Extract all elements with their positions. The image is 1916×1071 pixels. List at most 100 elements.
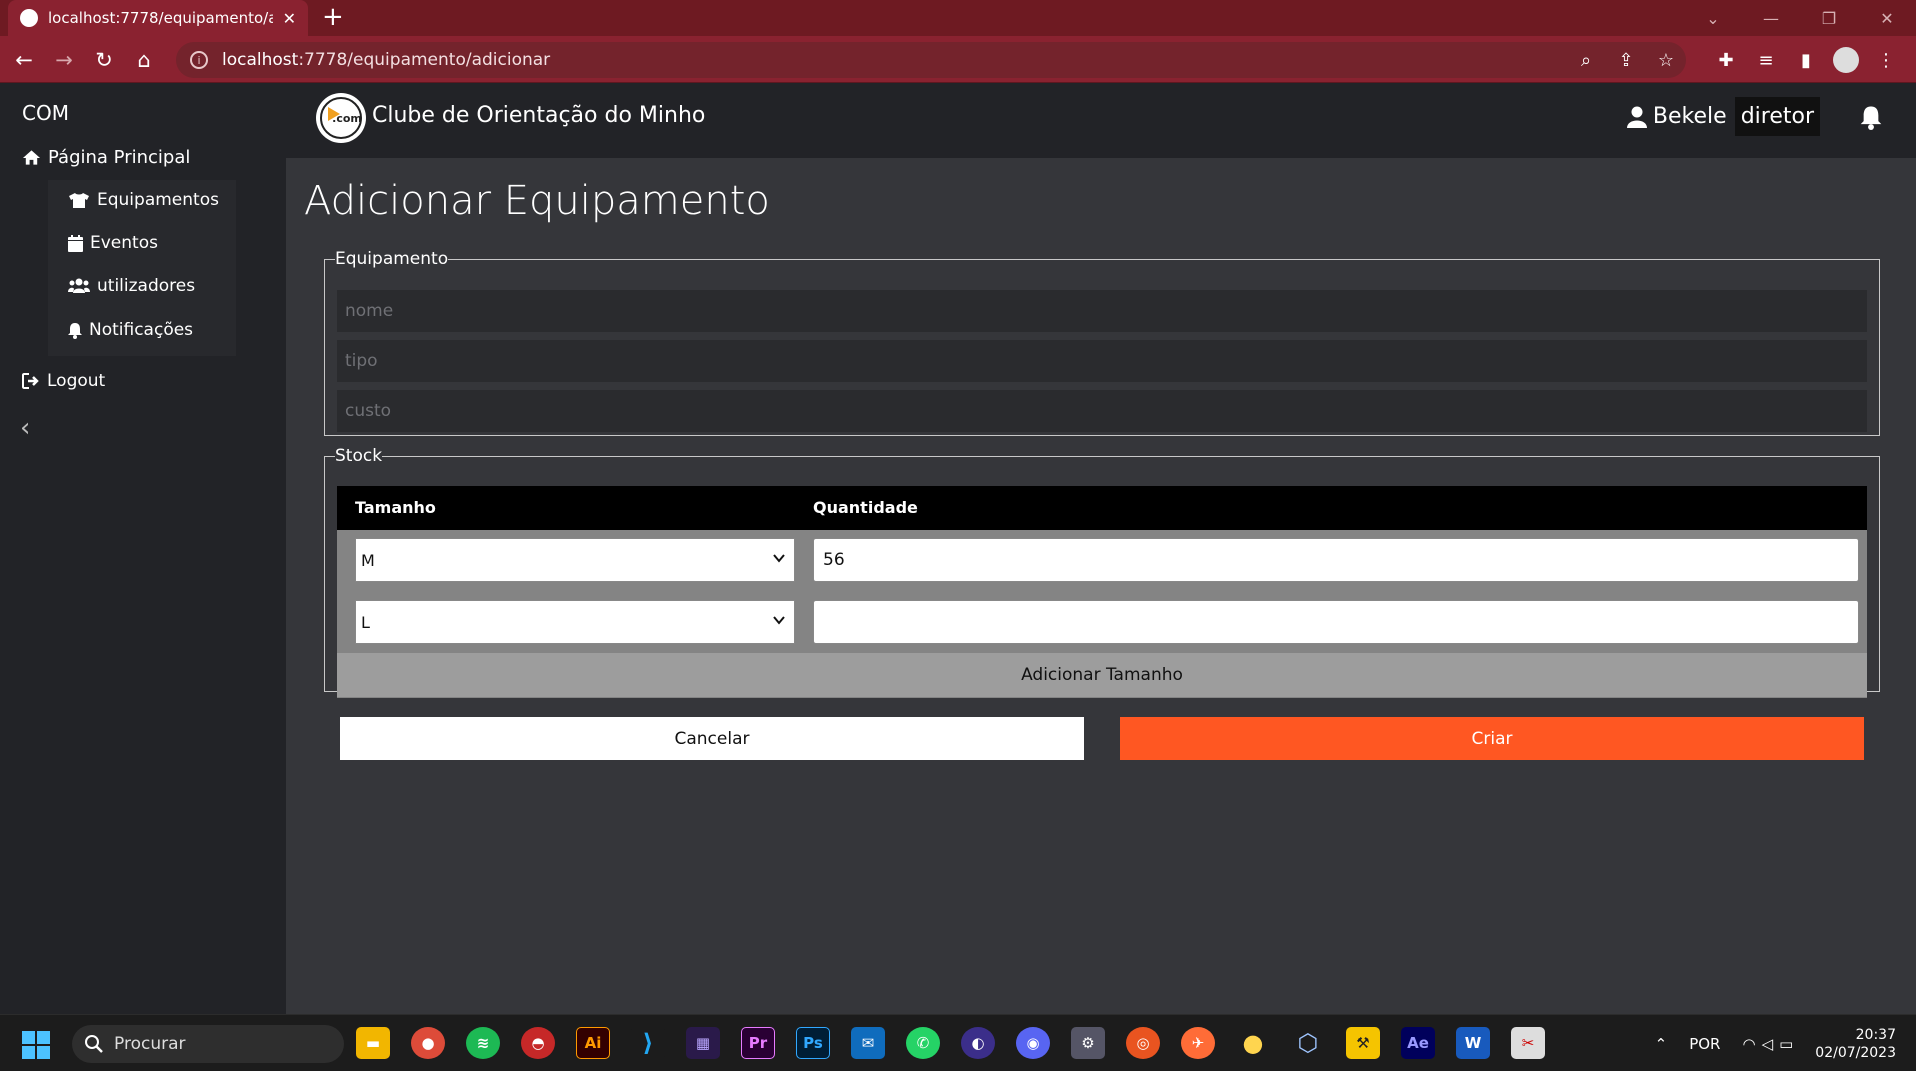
bell-icon [68,322,82,339]
tamanho-select[interactable]: M [355,538,795,582]
sidebar-item-home[interactable]: Página Principal [22,147,190,168]
browser-toolbar: ← → ↻ ⌂ i localhost:7778/equipamento/adi… [0,36,1916,83]
address-bar-actions: ⌕ ⇪ ☆ [1566,42,1686,78]
profile-avatar[interactable] [1833,47,1859,73]
custo-input[interactable] [337,390,1867,432]
column-header-tamanho: Tamanho [355,498,436,517]
bookmark-star-icon[interactable]: ☆ [1646,50,1686,71]
clock-date: 02/07/2023 [1815,1044,1896,1061]
windows-start-icon[interactable] [22,1031,50,1059]
home-icon[interactable]: ⌂ [128,44,160,76]
whatsapp-icon[interactable]: ✆ [906,1027,940,1059]
postman-icon[interactable]: ✈ [1181,1027,1215,1059]
share-icon[interactable]: ⇪ [1606,50,1646,71]
taskbar-apps: ▬ ● ≋ ◓ Ai ⟩ ▦ Pr Ps ✉ ✆ ◐ ◉ ⚙ ◎ ✈ ● ⬡ ⚒… [356,1027,1566,1059]
calendar-icon [68,234,83,252]
app-header: .com Clube de Orientação do Minho Bekele… [286,83,1916,158]
page-title: Adicionar Equipamento [304,178,770,224]
spotify-icon[interactable]: ≋ [466,1027,500,1059]
cancel-button[interactable]: Cancelar [340,717,1084,760]
close-window-button[interactable]: ✕ [1858,0,1916,36]
tipo-input[interactable] [337,340,1867,382]
club-logo[interactable]: .com [316,93,366,143]
browser-tab[interactable]: localhost:7778/equipamento/adi ✕ [8,0,308,36]
extensions-icon[interactable]: ✚ [1706,44,1746,76]
illustrator-icon[interactable]: Ai [576,1027,610,1059]
clock[interactable]: 20:37 02/07/2023 [1815,1026,1896,1062]
stock-fieldset: Stock Tamanho Quantidade M 56 L Adiciona… [324,446,1880,698]
browser-app-icon[interactable]: ◐ [961,1027,995,1059]
snipping-tool-icon[interactable]: ✂ [1511,1027,1545,1059]
address-bar[interactable]: i localhost:7778/equipamento/adicionar ⌕… [176,42,1686,78]
globe-icon [20,9,38,27]
wifi-icon[interactable]: ◠ [1742,1035,1755,1053]
chrome-icon[interactable]: ● [411,1027,445,1059]
url-path: :7778/equipamento/adicionar [298,50,551,70]
tamanho-select[interactable]: L [355,600,795,644]
side-panel-icon[interactable]: ▮ [1786,44,1826,76]
add-size-button[interactable]: Adicionar Tamanho [337,653,1867,697]
equipamento-legend: Equipamento [335,249,449,269]
settings-app-icon[interactable]: ⚙ [1071,1027,1105,1059]
file-explorer-icon[interactable]: ▬ [356,1027,390,1059]
discord-icon[interactable]: ◉ [1016,1027,1050,1059]
vscode-icon[interactable]: ⟩ [631,1027,665,1059]
restore-button[interactable]: ❐ [1800,0,1858,36]
taskbar-search[interactable]: Procurar [72,1025,344,1063]
volume-icon[interactable]: ◁ [1762,1035,1774,1053]
reading-list-icon[interactable]: ≡ [1746,44,1786,76]
sidebar-brand[interactable]: COM [22,101,69,125]
notifications-bell-icon[interactable] [1860,105,1882,134]
language-indicator[interactable]: POR [1689,1035,1720,1053]
sidebar-item-notificacoes[interactable]: Notificações [68,320,193,340]
sidebar-item-label: Notificações [89,320,194,340]
window-controls: ⌄ — ❐ ✕ [1684,0,1916,36]
stock-table: Tamanho Quantidade M 56 L Adicionar Tama… [337,486,1867,698]
logo-mark: .com [320,97,362,139]
lightbulb-icon[interactable]: ● [1236,1027,1270,1059]
url-text: localhost:7778/equipamento/adicionar [222,50,550,70]
new-tab-button[interactable]: + [322,2,344,32]
after-effects-icon[interactable]: Ae [1401,1027,1435,1059]
chevron-up-icon[interactable]: ⌃ [1655,1035,1668,1053]
tool-app-icon[interactable]: ⚒ [1346,1027,1380,1059]
nome-input[interactable] [337,290,1867,332]
menu-kebab-icon[interactable]: ⋮ [1866,44,1906,76]
collapse-sidebar-icon[interactable]: ‹ [20,413,30,443]
forward-icon[interactable]: → [48,44,80,76]
back-icon[interactable]: ← [8,44,40,76]
sidebar-item-label: Equipamentos [97,190,219,210]
search-label: Procurar [114,1034,186,1054]
toolbar-right: ✚ ≡ ▮ ⋮ [1706,44,1906,76]
game-app-icon[interactable]: ◓ [521,1027,555,1059]
close-tab-icon[interactable]: ✕ [283,9,296,28]
stock-table-header: Tamanho Quantidade [337,486,1867,530]
create-button[interactable]: Criar [1120,717,1864,760]
sidebar-item-equipamentos[interactable]: Equipamentos [68,190,219,210]
tab-search-icon[interactable]: ⌄ [1684,0,1742,36]
user-menu[interactable]: Bekele diretor [1626,97,1820,136]
site-info-icon[interactable]: i [190,51,208,69]
quantidade-input[interactable]: 56 [813,538,1859,582]
word-icon[interactable]: W [1456,1027,1490,1059]
sidebar-item-utilizadores[interactable]: utilizadores [68,276,195,296]
battery-icon[interactable]: ▭ [1779,1035,1793,1053]
role-badge: diretor [1734,97,1820,136]
virtualbox-icon[interactable]: ⬡ [1291,1027,1325,1059]
stock-legend: Stock [335,446,383,466]
ubuntu-icon[interactable]: ◎ [1126,1027,1160,1059]
sidebar-item-logout[interactable]: Logout [22,371,105,391]
sidebar-item-label: Eventos [90,233,158,253]
reload-icon[interactable]: ↻ [88,44,120,76]
sidebar-item-eventos[interactable]: Eventos [68,233,158,253]
minimize-button[interactable]: — [1742,0,1800,36]
mail-icon[interactable]: ✉ [851,1027,885,1059]
club-name[interactable]: Clube de Orientação do Minho [372,103,705,128]
photoshop-icon[interactable]: Ps [796,1027,830,1059]
premiere-icon[interactable]: Pr [741,1027,775,1059]
quantidade-input[interactable] [813,600,1859,644]
zoom-icon[interactable]: ⌕ [1566,50,1606,71]
shirt-icon [69,192,89,208]
video-editor-icon[interactable]: ▦ [686,1027,720,1059]
clock-time: 20:37 [1855,1026,1896,1043]
